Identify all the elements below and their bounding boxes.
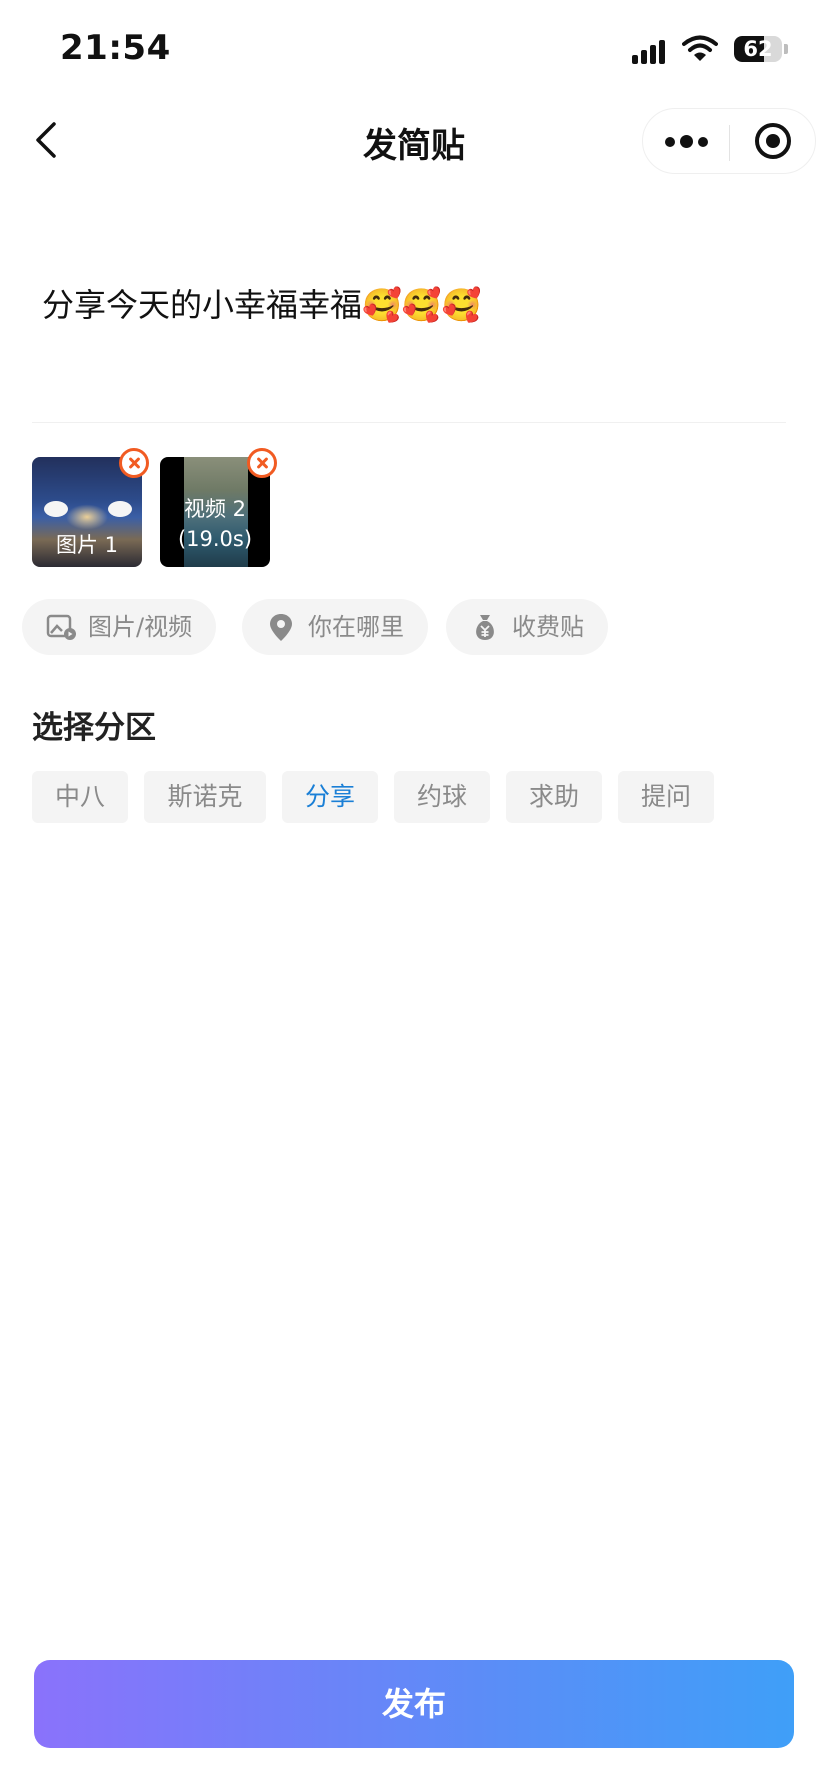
add-media-label: 图片/视频 — [88, 613, 193, 641]
wifi-icon — [682, 35, 718, 61]
location-button[interactable]: 你在哪里 — [242, 599, 428, 655]
location-label: 你在哪里 — [308, 613, 404, 641]
status-icons: 62 — [632, 32, 792, 68]
money-bag-icon — [476, 615, 494, 640]
mini-program-capsule — [642, 108, 816, 174]
section-title: 选择分区 — [32, 710, 156, 746]
battery-tip — [784, 44, 788, 54]
category-share[interactable]: 分享 — [282, 771, 378, 823]
video-duration-label: (19.0s) — [177, 527, 253, 551]
paid-post-button[interactable]: 收费贴 — [446, 599, 608, 655]
paid-post-label: 收费贴 — [512, 613, 584, 641]
category-help[interactable]: 求助 — [506, 771, 602, 823]
status-bar: 21:54 62 — [0, 0, 828, 100]
battery-icon: 62 — [734, 36, 782, 62]
category-match[interactable]: 约球 — [394, 771, 490, 823]
nav-bar: 发简贴 — [0, 100, 828, 184]
image-thumbnail-label: 图片 1 — [55, 533, 119, 557]
category-zhongba[interactable]: 中八 — [32, 771, 128, 823]
location-pin-icon — [270, 614, 292, 641]
capsule-divider — [729, 125, 730, 161]
status-time: 21:54 — [60, 28, 171, 68]
add-media-button[interactable]: 图片/视频 — [22, 599, 217, 655]
video-thumbnail-label: 视频 2 — [183, 497, 247, 521]
close-target-icon[interactable] — [755, 123, 791, 159]
image-video-icon — [46, 614, 76, 640]
category-question[interactable]: 提问 — [618, 771, 714, 823]
publish-button[interactable]: 发布 — [34, 1660, 794, 1748]
more-icon[interactable] — [665, 131, 709, 153]
divider — [32, 422, 786, 423]
signal-icon — [632, 38, 668, 64]
remove-video-icon[interactable] — [247, 448, 277, 478]
post-text-input[interactable]: 分享今天的小幸福幸福🥰🥰🥰 — [42, 280, 482, 326]
battery-level-text: 62 — [743, 37, 773, 61]
category-snooker[interactable]: 斯诺克 — [144, 771, 266, 823]
remove-image-icon[interactable] — [119, 448, 149, 478]
